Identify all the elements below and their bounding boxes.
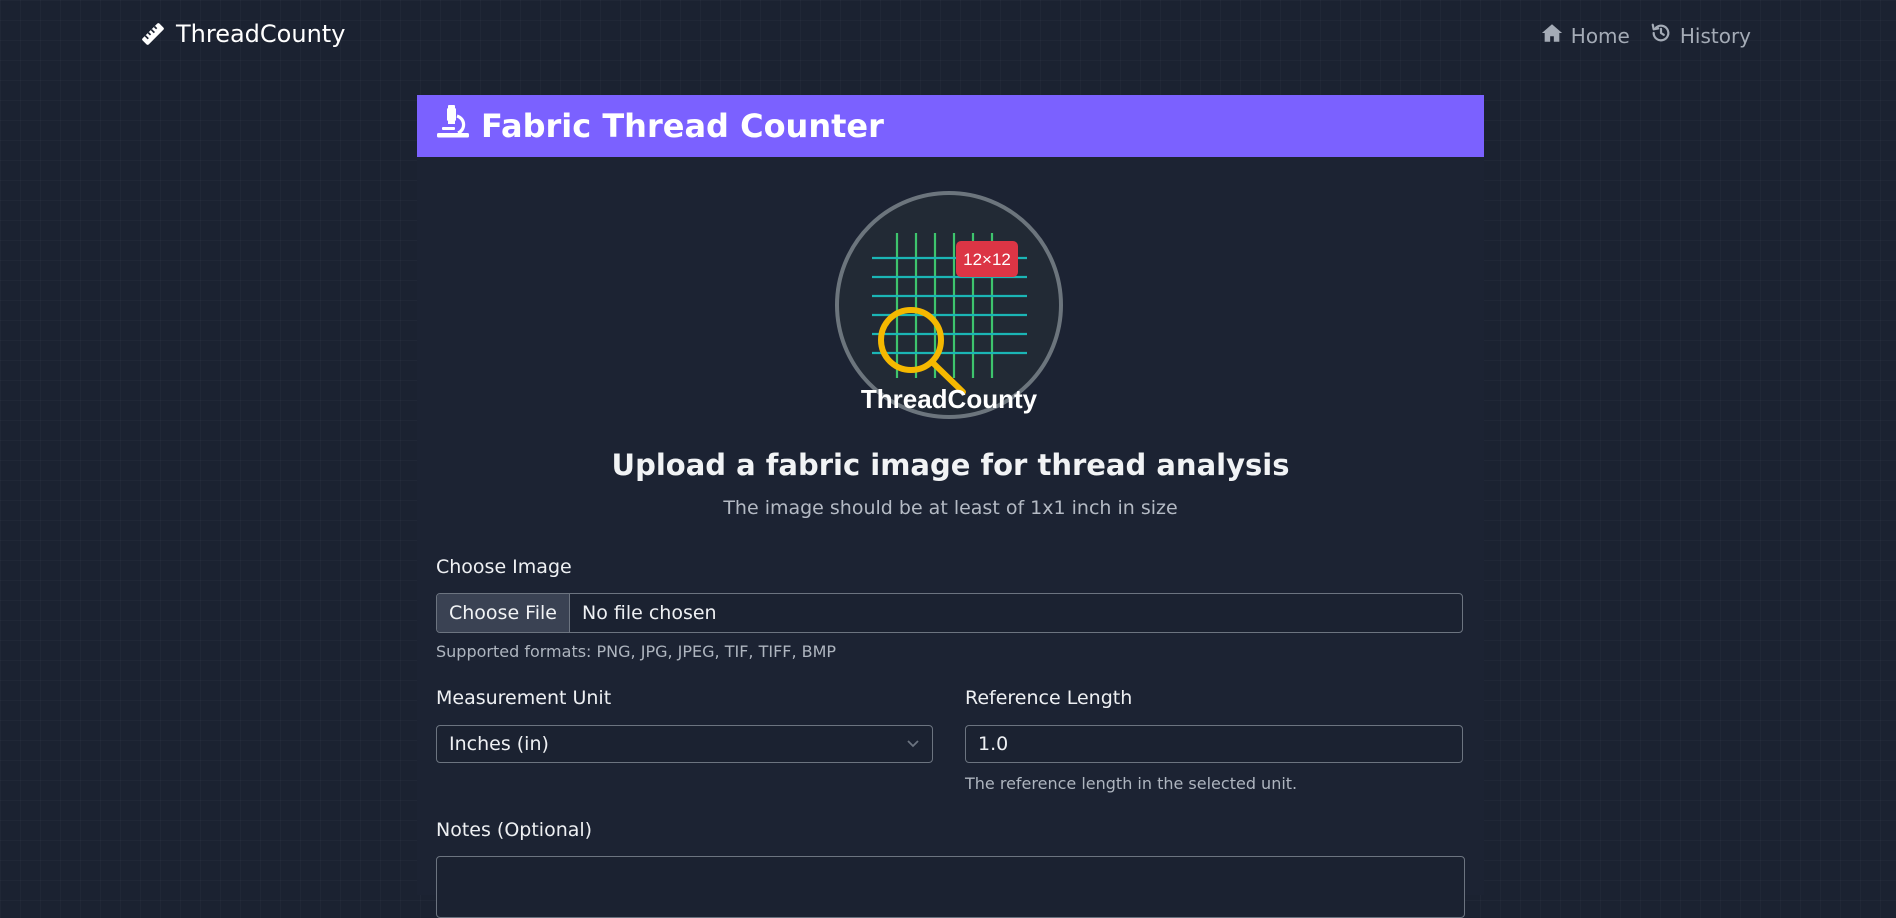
file-status: No file chosen [581, 602, 717, 624]
reference-length-help: The reference length in the selected uni… [965, 774, 1298, 793]
measurement-unit-value: Inches (in) [449, 733, 549, 755]
nav-history-link[interactable]: History [1650, 22, 1751, 49]
formats-help: Supported formats: PNG, JPG, JPEG, TIF, … [436, 642, 837, 661]
reference-length-label: Reference Length [965, 687, 1133, 709]
reference-length-input[interactable]: 1.0 [965, 725, 1463, 763]
history-icon [1650, 22, 1672, 49]
measurement-unit-select[interactable]: Inches (in) [436, 725, 933, 763]
brand-name: ThreadCounty [176, 20, 346, 48]
nav-home-link[interactable]: Home [1541, 22, 1630, 49]
ruler-icon [140, 21, 166, 47]
notes-label: Notes (Optional) [436, 819, 593, 841]
card-header: Fabric Thread Counter [417, 95, 1484, 157]
nav-history-label: History [1679, 23, 1751, 48]
threadcounty-logo: 12×12 ThreadCounty [832, 188, 1066, 422]
navbar: ThreadCounty Home History [0, 0, 1896, 70]
microscope-icon [435, 104, 471, 148]
nav-links: Home History [1541, 22, 1751, 49]
choose-image-label: Choose Image [436, 556, 572, 578]
chevron-down-icon [906, 733, 920, 755]
home-icon [1541, 22, 1563, 49]
choose-file-button[interactable]: Choose File [437, 594, 570, 632]
reference-length-value: 1.0 [978, 733, 1009, 755]
logo-badge: 12×12 [963, 250, 1011, 269]
logo-text: ThreadCounty [861, 384, 1038, 414]
measurement-unit-label: Measurement Unit [436, 687, 612, 709]
card-title: Fabric Thread Counter [481, 107, 884, 145]
file-input[interactable]: Choose File No file chosen [436, 593, 1463, 633]
upload-heading: Upload a fabric image for thread analysi… [611, 448, 1290, 482]
nav-home-label: Home [1570, 23, 1630, 48]
brand-link[interactable]: ThreadCounty [140, 20, 345, 48]
notes-textarea[interactable] [436, 856, 1465, 918]
thread-counter-card: Fabric Thread Counter 12×12 ThreadCounty… [417, 95, 1484, 918]
upload-subheading: The image should be at least of 1x1 inch… [723, 497, 1178, 519]
